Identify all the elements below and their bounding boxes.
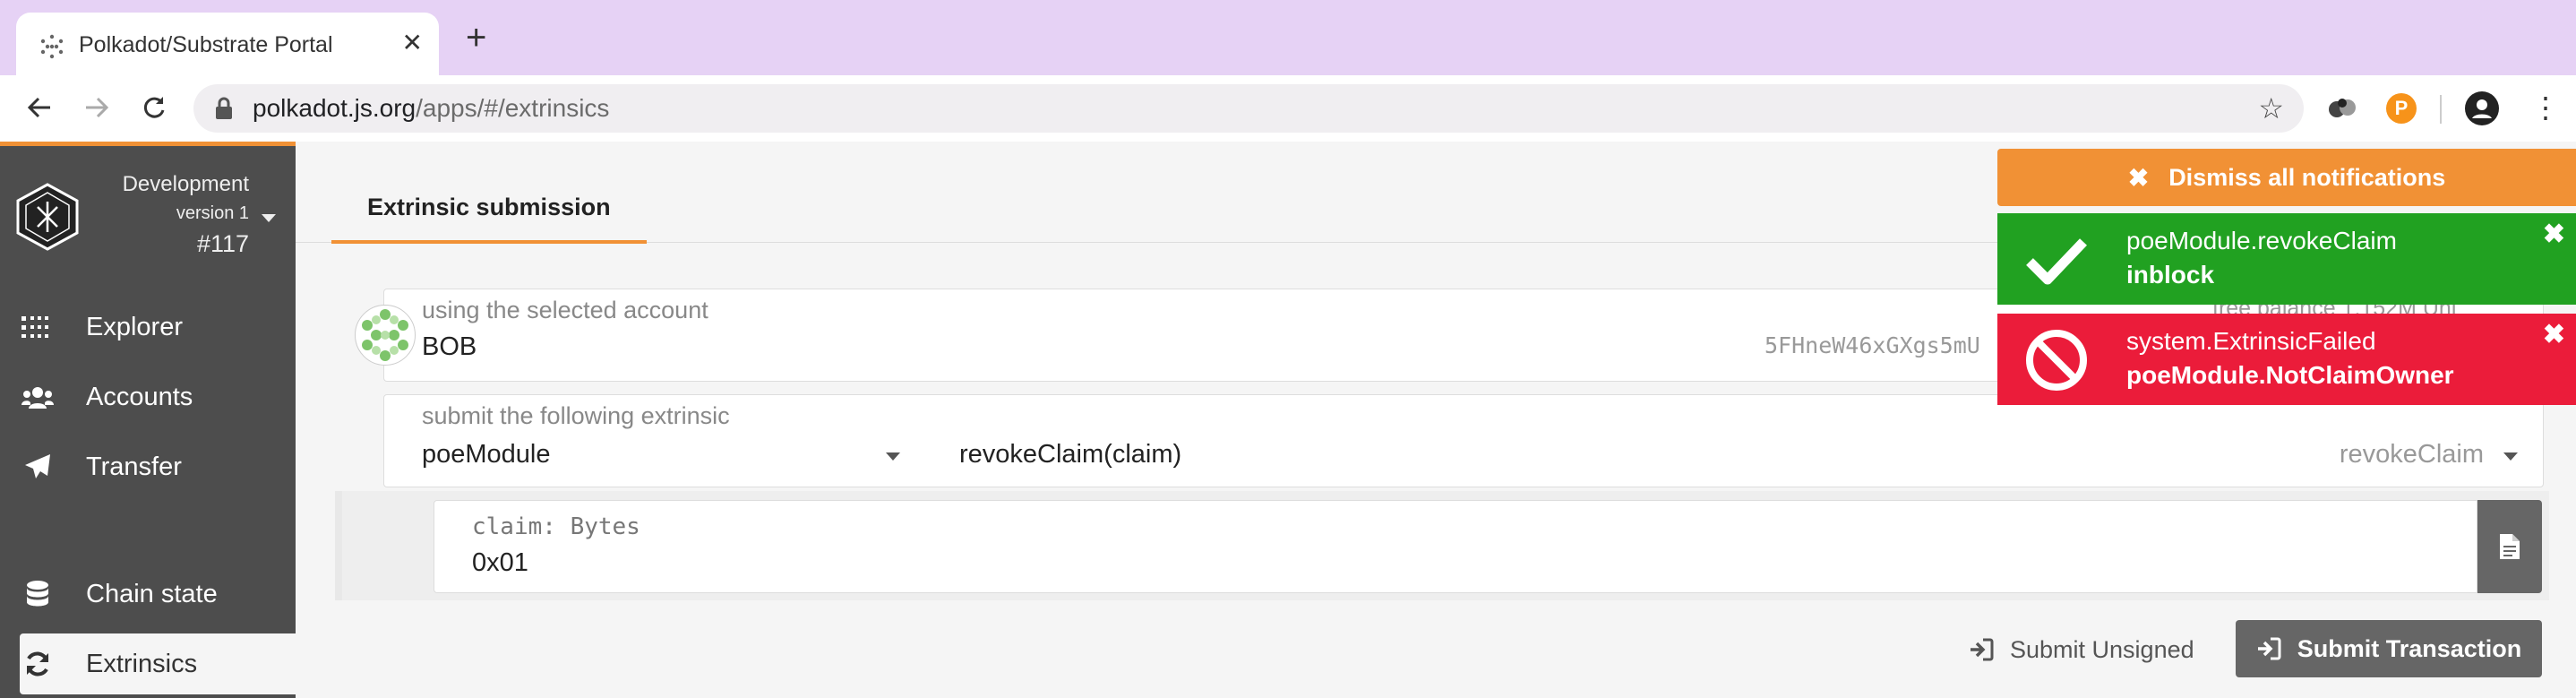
polkadot-favicon-icon <box>40 34 64 59</box>
users-icon <box>20 385 56 409</box>
notification-success: poeModule.revokeClaim inblock ✖ <box>1997 213 2576 305</box>
browser-tab[interactable]: Polkadot/Substrate Portal ✕ <box>16 13 439 75</box>
account-identicon-icon <box>355 305 416 366</box>
database-icon <box>20 581 56 608</box>
method-dropdown[interactable]: revokeClaim(claim) <box>959 438 1181 470</box>
account-name: BOB <box>422 332 477 361</box>
check-icon <box>2026 238 2087 285</box>
close-icon[interactable]: ✖ <box>2543 220 2565 249</box>
tab-title: Polkadot/Substrate Portal <box>79 32 333 57</box>
sidebar-item-label: Chain state <box>86 579 218 608</box>
more-vert-icon[interactable]: ⋮ <box>2531 88 2560 127</box>
claim-param-field[interactable]: claim: Bytes 0x01 <box>434 500 2477 593</box>
chain-selector-chevron-down-icon[interactable] <box>262 214 276 222</box>
browser-tab-strip: Polkadot/Substrate Portal ✕ + <box>0 0 2576 75</box>
url-text: polkadot.js.org/apps/#/extrinsics <box>253 93 609 124</box>
back-button[interactable] <box>20 88 59 127</box>
submit-transaction-button[interactable]: Submit Transaction <box>2236 620 2542 677</box>
chain-name: Development <box>122 172 249 196</box>
dismiss-all-label: Dismiss all notifications <box>2168 163 2446 191</box>
chain-version: version 1 <box>176 203 249 223</box>
polkadot-extension-icon[interactable]: P <box>2386 93 2417 124</box>
submit-unsigned-label: Submit Unsigned <box>2010 635 2194 663</box>
param-label: claim: Bytes <box>472 513 640 540</box>
reload-button[interactable] <box>134 88 174 127</box>
browser-toolbar: polkadot.js.org/apps/#/extrinsics ☆ P ⋮ <box>0 75 2576 142</box>
lock-icon <box>216 97 232 119</box>
extension-icon[interactable] <box>2327 95 2357 122</box>
substrate-logo-icon <box>16 183 79 251</box>
notification-title: system.ExtrinsicFailed <box>2126 327 2376 355</box>
sidebar-item-chain-state[interactable]: Chain state <box>20 564 296 625</box>
notification-error: system.ExtrinsicFailed poeModule.NotClai… <box>1997 314 2576 405</box>
block-number: #117 <box>196 230 249 257</box>
sync-icon <box>20 651 56 677</box>
close-icon[interactable]: ✕ <box>402 27 423 59</box>
url-path: /apps/#/extrinsics <box>416 94 610 122</box>
sidebar-item-label: Transfer <box>86 452 182 481</box>
close-icon[interactable]: ✖ <box>2543 321 2565 349</box>
notification-status: inblock <box>2126 261 2215 289</box>
sidebar-item-accounts[interactable]: Accounts <box>20 366 296 427</box>
sidebar-item-label: Explorer <box>86 312 183 341</box>
profile-icon[interactable] <box>2465 91 2499 125</box>
bookmark-star-icon[interactable]: ☆ <box>2258 93 2284 124</box>
module-dropdown[interactable]: poeModule <box>422 438 551 470</box>
sidebar-item-extrinsics[interactable]: Extrinsics <box>20 633 296 694</box>
file-upload-button[interactable] <box>2477 500 2542 593</box>
sign-in-icon <box>2256 637 2281 660</box>
submit-transaction-label: Submit Transaction <box>2297 634 2522 662</box>
notification-title: poeModule.revokeClaim <box>2126 227 2397 254</box>
submit-unsigned-button[interactable]: Submit Unsigned <box>1969 622 2194 677</box>
sidebar-item-explorer[interactable]: Explorer <box>20 297 296 358</box>
extrinsic-label: submit the following extrinsic <box>422 402 730 429</box>
sign-in-icon <box>1969 638 1994 661</box>
notification-status: poeModule.NotClaimOwner <box>2126 361 2454 389</box>
account-label: using the selected account <box>422 297 708 323</box>
arrow-right-icon <box>86 97 109 118</box>
ban-icon <box>2026 330 2087 391</box>
close-icon: ✖ <box>2127 163 2150 192</box>
url-domain: polkadot.js.org <box>253 94 416 122</box>
method-chevron-down-icon[interactable] <box>2503 452 2518 461</box>
new-tab-button[interactable]: + <box>466 20 486 56</box>
paper-plane-icon <box>20 453 56 480</box>
sidebar-item-transfer[interactable]: Transfer <box>20 436 296 497</box>
arrow-left-icon <box>27 97 50 118</box>
sidebar: Development version 1 #117 Explorer Acco… <box>0 142 296 698</box>
forward-button[interactable] <box>77 88 116 127</box>
dismiss-all-notifications-button[interactable]: ✖ Dismiss all notifications <box>1997 149 2576 206</box>
explorer-icon <box>20 316 56 338</box>
toolbar-divider <box>2440 95 2442 124</box>
file-icon <box>2500 534 2520 559</box>
sidebar-item-label: Extrinsics <box>86 649 198 678</box>
extrinsic-selector: submit the following extrinsic poeModule… <box>383 394 2544 487</box>
reload-icon <box>143 97 165 118</box>
method-doc-label: revokeClaim <box>2339 440 2484 469</box>
sidebar-item-label: Accounts <box>86 382 193 411</box>
tab-extrinsic-submission[interactable]: Extrinsic submission <box>331 174 647 244</box>
address-bar[interactable]: polkadot.js.org/apps/#/extrinsics ☆ <box>193 84 2304 133</box>
account-address: 5FHneW46xGXgs5mU <box>1765 332 1980 358</box>
module-chevron-down-icon[interactable] <box>886 452 900 461</box>
claim-input[interactable]: 0x01 <box>472 546 528 580</box>
